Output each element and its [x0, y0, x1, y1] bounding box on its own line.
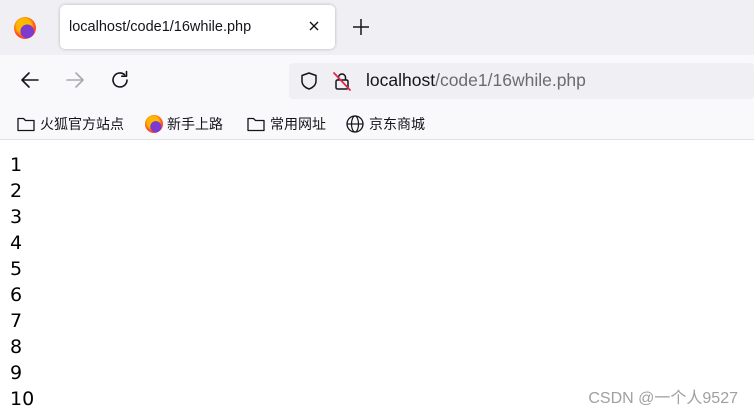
output-line: 3: [10, 206, 23, 228]
output-line: 6: [10, 284, 23, 306]
bookmark-label: 新手上路: [167, 116, 223, 132]
url-host: localhost: [366, 70, 436, 90]
navigation-toolbar: localhost/code1/16while.php: [0, 55, 754, 107]
page-content: 1 2 3 4 5 6 7 8 9 10 CSDN @一个人9527: [0, 141, 754, 417]
arrow-right-icon[interactable]: [62, 67, 88, 93]
output-line: 1: [10, 154, 23, 176]
output-lines: 1 2 3 4 5 6 7 8 9 10: [10, 152, 34, 412]
url-bar[interactable]: localhost/code1/16while.php: [289, 63, 754, 99]
firefox-icon[interactable]: [14, 17, 36, 39]
bookmark-label: 火狐官方站点: [40, 116, 124, 132]
reload-icon[interactable]: [107, 67, 133, 93]
bookmark-jd[interactable]: 京东商城: [345, 113, 425, 135]
url-path: /code1/16while.php: [435, 70, 586, 90]
bookmark-folder-firefox-sites[interactable]: 火狐官方站点: [16, 113, 124, 135]
url-text[interactable]: localhost/code1/16while.php: [366, 70, 586, 91]
output-line: 10: [10, 388, 35, 410]
output-line: 7: [10, 310, 23, 332]
output-line: 8: [10, 336, 23, 358]
output-line: 4: [10, 232, 23, 254]
tab-title: localhost/code1/16while.php: [69, 19, 252, 35]
shield-icon[interactable]: [299, 71, 319, 91]
close-icon[interactable]: [306, 18, 322, 34]
firefox-icon: [145, 115, 163, 133]
watermark: CSDN @一个人9527: [588, 390, 738, 407]
folder-icon: [17, 117, 35, 132]
folder-icon: [247, 117, 265, 132]
output-line: 2: [10, 180, 23, 202]
bookmark-label: 京东商城: [369, 116, 425, 132]
globe-icon: [346, 115, 364, 133]
tab-strip: localhost/code1/16while.php: [0, 0, 754, 55]
bookmark-label: 常用网址: [270, 116, 326, 132]
lock-insecure-icon[interactable]: [331, 70, 353, 92]
plus-icon[interactable]: [351, 17, 371, 37]
output-line: 5: [10, 258, 23, 280]
bookmark-getting-started[interactable]: 新手上路: [145, 113, 223, 135]
bookmark-folder-common-sites[interactable]: 常用网址: [246, 113, 326, 135]
arrow-left-icon[interactable]: [17, 67, 43, 93]
output-line: 9: [10, 362, 23, 384]
bookmarks-toolbar: 火狐官方站点 新手上路 常用网址 京东商城: [0, 107, 754, 140]
tab-active[interactable]: localhost/code1/16while.php: [60, 5, 335, 49]
